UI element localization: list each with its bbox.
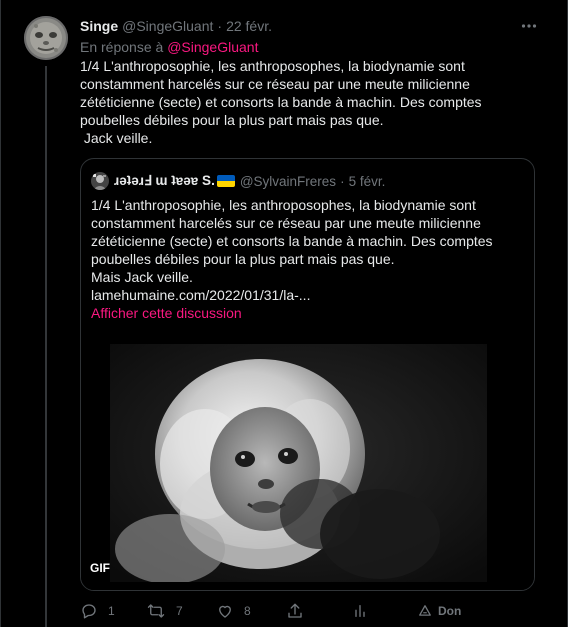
tweet-date[interactable]: 22 févr. (226, 18, 272, 34)
share-button[interactable] (286, 600, 304, 622)
show-discussion-link[interactable]: Afficher cette discussion (91, 305, 242, 321)
author-handle[interactable]: @SingeGluant (122, 18, 213, 34)
gif-media[interactable]: GIF (81, 344, 534, 590)
more-icon[interactable] (520, 17, 538, 35)
quoted-author-handle: @SylvainFreres (239, 173, 337, 189)
share-icon (288, 603, 302, 618)
analytics-button[interactable] (352, 600, 368, 622)
retweet-button[interactable]: 7 (146, 600, 183, 622)
author-name[interactable]: Singe (80, 18, 118, 34)
quoted-tweet-header: ɹǝʇǝɹℲ ɯ ʇɐǝɐ S. @SylvainFreres · 5 févr… (91, 171, 385, 191)
reply-button[interactable]: 1 (80, 600, 115, 622)
quoted-author-avatar (91, 172, 109, 190)
reply-icon (82, 604, 96, 619)
analytics-icon (355, 605, 365, 617)
gif-badge: GIF (90, 561, 110, 575)
tweet-text: 1/4 L'anthroposophie, les anthroposophes… (80, 58, 482, 146)
retweet-icon (147, 604, 165, 618)
ukraine-flag-icon (216, 175, 235, 187)
like-count: 8 (244, 604, 251, 618)
quoted-separator: · (340, 173, 345, 189)
like-icon (219, 605, 231, 618)
donate-button[interactable]: Don (418, 600, 461, 622)
retweet-count: 7 (176, 604, 183, 618)
quoted-tweet-link[interactable]: lamehumaine.com/2022/01/31/la-... (91, 286, 511, 304)
separator: · (217, 18, 223, 34)
tweet-header: Singe @SingeGluant · 22 févr. (80, 16, 548, 36)
quoted-tweet[interactable]: ɹǝʇǝɹℲ ɯ ʇɐǝɐ S. @SylvainFreres · 5 févr… (80, 158, 535, 591)
frame-border-left (0, 0, 1, 627)
thread-line (45, 66, 47, 627)
quoted-tweet-date: 5 févr. (348, 173, 386, 189)
monkey-gif-image (110, 344, 487, 582)
author-avatar[interactable] (24, 16, 68, 60)
donate-icon (419, 605, 431, 616)
reply-context: En réponse à @SingeGluant (80, 38, 548, 56)
quoted-tweet-body: 1/4 L'anthroposophie, les anthroposophes… (91, 197, 493, 285)
donate-label: Don (438, 604, 462, 618)
tweet-actions: 1 7 8 Don (80, 600, 520, 622)
reply-count: 1 (108, 604, 115, 618)
reply-mention-link[interactable]: @SingeGluant (167, 39, 258, 55)
tweet-content: Singe @SingeGluant · 22 févr. En réponse… (80, 16, 548, 147)
quoted-author-name: ɹǝʇǝɹℲ ɯ ʇɐǝɐ S. (114, 173, 215, 188)
quoted-tweet-text: 1/4 L'anthroposophie, les anthroposophes… (91, 196, 511, 304)
like-button[interactable]: 8 (216, 600, 251, 622)
reply-prefix: En réponse à (80, 39, 164, 55)
